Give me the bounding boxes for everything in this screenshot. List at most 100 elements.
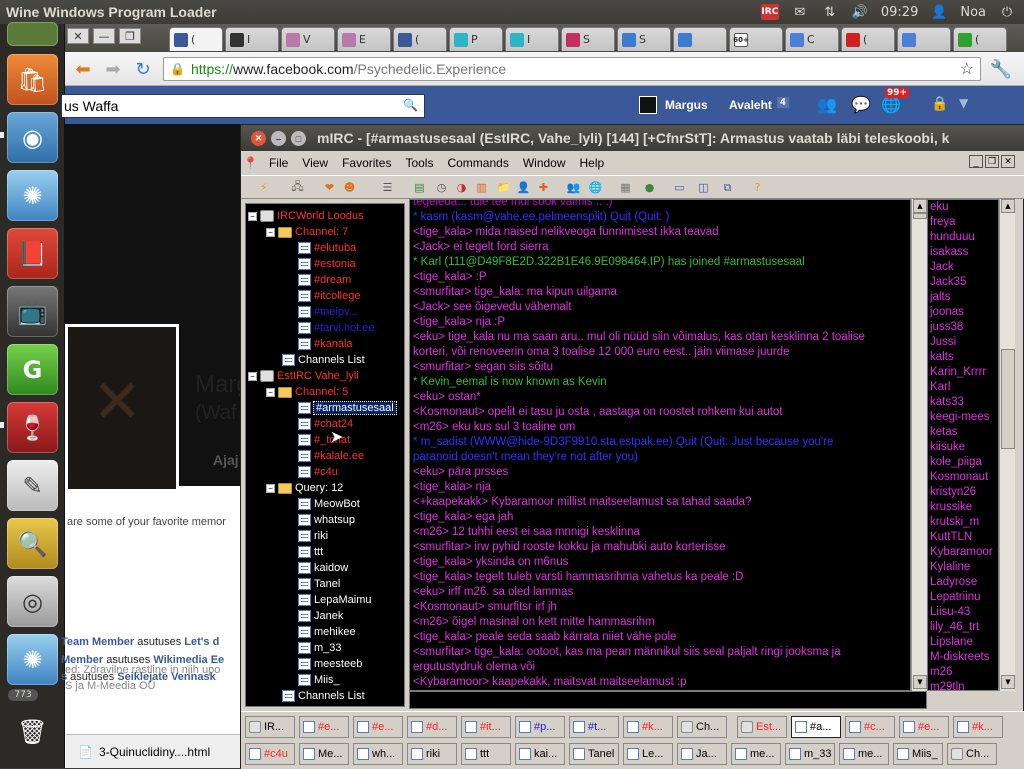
dcc-icon[interactable]: ✚ (535, 179, 552, 196)
nick-item[interactable]: kristyn26 (930, 485, 976, 500)
avatar[interactable] (639, 96, 657, 114)
colors-icon[interactable]: ◑ (453, 179, 470, 196)
switchbar-button[interactable]: #e... (899, 716, 949, 738)
switchbar-button[interactable]: ttt (461, 743, 511, 765)
minimize-window-button[interactable]: – (271, 131, 286, 146)
switchbar-button[interactable]: me... (731, 743, 781, 765)
speaker-icon[interactable]: ◎ (7, 576, 58, 627)
network-icon[interactable]: ⇅ (821, 4, 839, 20)
nick-item[interactable]: kiisuke (930, 440, 965, 455)
browser-tab[interactable] (673, 27, 727, 51)
switchbar-button[interactable]: IR... (245, 716, 295, 738)
urls-icon[interactable]: 🌐 (587, 179, 604, 196)
mdi-close-button[interactable]: ✕ (1001, 155, 1015, 168)
clock[interactable]: 09:29 (881, 5, 918, 20)
mirc-pin-icon[interactable]: 📍 (241, 156, 262, 170)
g-app-icon[interactable]: G (7, 344, 58, 395)
nicklist-scrollbar[interactable]: ▲ ▼ (999, 199, 1015, 691)
browser-tab[interactable]: E (337, 27, 391, 51)
browser-tab[interactable]: I (225, 27, 279, 51)
menu-help[interactable]: Help (573, 156, 612, 170)
nick-item[interactable]: Kybaramoor (930, 545, 993, 560)
switchbar-button[interactable]: Tanel (569, 743, 619, 765)
switchbar-button[interactable]: wh... (353, 743, 403, 765)
tree-item[interactable]: meesteeb (298, 656, 362, 672)
chat-buffer[interactable]: tegeleda... tule tee mul sook valmis .. … (409, 199, 911, 691)
nick-item[interactable]: Karin_Krrrr (930, 365, 986, 380)
scroll-up-arrow[interactable]: ▲ (913, 199, 927, 213)
browser-tab[interactable]: S (617, 27, 671, 51)
tree-item[interactable]: − IRCWorld Loodus (248, 208, 364, 224)
nick-item[interactable]: kats33 (930, 395, 964, 410)
tree-item[interactable]: m_33 (298, 640, 342, 656)
tree-item[interactable]: riki (298, 528, 328, 544)
scroll-down-arrow[interactable]: ▼ (1001, 675, 1015, 689)
nick-item[interactable]: Kylaline (930, 560, 970, 575)
download-filename[interactable]: 3-Quinuclidiny....html (99, 745, 210, 759)
menu-window[interactable]: Window (516, 156, 573, 170)
wine-glass-icon[interactable]: 🍷 (7, 402, 58, 453)
tree-item[interactable]: #kanala (298, 336, 353, 352)
switchbar-button[interactable]: kai... (515, 743, 565, 765)
timer-icon[interactable]: ◷ (433, 179, 450, 196)
browser-tab[interactable]: 60+ (729, 27, 783, 51)
tree-item[interactable]: − Query: 12 (266, 480, 343, 496)
tree-collapse-icon[interactable]: − (266, 387, 275, 397)
scroll-thumb[interactable] (1001, 349, 1015, 449)
tree-item[interactable]: #kalale.ee (298, 448, 364, 464)
tree-item[interactable]: Tanel (298, 576, 340, 592)
switchbar-button[interactable]: riki (407, 743, 457, 765)
tree-item[interactable]: Miis_ (298, 672, 340, 688)
scroll-up-arrow[interactable]: ▲ (1001, 199, 1015, 213)
address-book-icon[interactable]: ☻ (341, 179, 358, 196)
switchbar-button[interactable]: #k... (623, 716, 673, 738)
list-icon[interactable]: ▦ (617, 179, 634, 196)
switchbar-button[interactable]: #c4u (245, 743, 295, 765)
forward-button[interactable]: ➡ (101, 58, 125, 80)
tree-item[interactable]: #elutuba (298, 240, 356, 256)
tree-item[interactable]: whatsup (298, 512, 355, 528)
browser-tab[interactable]: ( (953, 27, 1007, 51)
privacy-lock-icon[interactable]: 🔒 (931, 96, 948, 112)
nick-item[interactable]: Ladyrose (930, 575, 977, 590)
nick-item[interactable]: m29tln (930, 680, 965, 690)
friend-requests-icon[interactable]: 👥 (817, 95, 837, 114)
script-editor-icon[interactable]: ▤ (411, 179, 428, 196)
switchbar-button[interactable]: #e... (353, 716, 403, 738)
software-center-icon[interactable]: 🛍 (7, 54, 58, 105)
browser-tab[interactable]: C (785, 27, 839, 51)
switchbar-button[interactable]: #d... (407, 716, 457, 738)
switchbar-button[interactable]: Ch... (947, 743, 997, 765)
menu-commands[interactable]: Commands (440, 156, 515, 170)
connect-icon[interactable]: ⚡ (255, 179, 272, 196)
nick-item[interactable]: jalts (930, 290, 950, 305)
nick-item[interactable]: Jack (930, 260, 954, 275)
launcher-app-icon[interactable] (7, 22, 58, 46)
nick-item[interactable]: freya (930, 215, 956, 230)
chromium-icon[interactable]: ◉ (7, 112, 58, 163)
tree-item[interactable]: #c4u (298, 464, 338, 480)
activity-org[interactable]: Let's d (184, 636, 219, 648)
text-editor-icon[interactable]: ✎ (7, 460, 58, 511)
nick-item[interactable]: krussike (930, 500, 972, 515)
facebook-search-input[interactable]: us Waffa 🔍 (61, 94, 425, 118)
tree-item[interactable]: − Channel: 7 (266, 224, 348, 240)
menu-view[interactable]: View (295, 156, 335, 170)
nick-item[interactable]: isakass (930, 245, 968, 260)
browser-tab[interactable]: ( (393, 27, 447, 51)
tree-item[interactable]: Janek (298, 608, 343, 624)
help-icon[interactable]: ? (749, 179, 766, 196)
bookmark-star-icon[interactable]: ☆ (960, 59, 974, 79)
nick-item[interactable]: Jussi (930, 335, 956, 350)
tree-collapse-icon[interactable]: − (266, 227, 275, 237)
nick-item[interactable]: Lipslane (930, 635, 973, 650)
tree-collapse-icon[interactable]: − (266, 483, 275, 493)
tree-item[interactable]: MeowBot (298, 496, 360, 512)
switchbar-button[interactable]: #t... (569, 716, 619, 738)
close-window-button[interactable]: ✕ (251, 131, 266, 146)
nick-item[interactable]: kole_piiga (930, 455, 982, 470)
tree-item[interactable]: #armastusesaal (298, 400, 397, 416)
tree-item[interactable]: kaidow (298, 560, 348, 576)
options-icon[interactable]: ❤ (321, 179, 338, 196)
browser-tab[interactable]: ( (169, 27, 223, 51)
